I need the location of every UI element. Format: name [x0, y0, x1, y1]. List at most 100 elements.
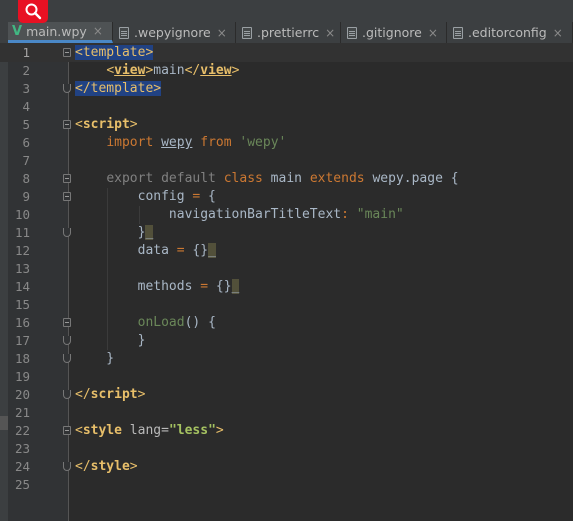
- code-token: script: [90, 387, 138, 402]
- code-text: <script>: [75, 116, 138, 134]
- code-line[interactable]: 9 config = {: [0, 188, 573, 206]
- fold-toggle-icon[interactable]: [63, 390, 71, 399]
- code-text: }_: [75, 224, 154, 242]
- code-line[interactable]: 23: [0, 440, 573, 458]
- code-token: main: [153, 63, 185, 78]
- code-token: {}: [184, 243, 209, 258]
- line-number: 24: [14, 459, 30, 474]
- file-icon: [242, 26, 252, 39]
- code-token: >: [129, 117, 138, 132]
- code-text: }: [75, 332, 146, 350]
- line-number: 20: [14, 387, 30, 402]
- fold-toggle-icon[interactable]: [63, 192, 71, 201]
- code-token: "main": [356, 207, 404, 222]
- code-line[interactable]: 2 <view>main</view>: [0, 62, 573, 80]
- code-line[interactable]: 13: [0, 260, 573, 278]
- fold-toggle-icon[interactable]: [63, 48, 71, 57]
- code-token: data: [75, 243, 177, 258]
- code-token: _: [231, 279, 240, 294]
- code-token: lang: [129, 423, 162, 438]
- close-tab-icon[interactable]: ×: [93, 24, 103, 38]
- code-line[interactable]: 5 <script>: [0, 116, 573, 134]
- code-token: </: [75, 387, 91, 402]
- code-line[interactable]: 4: [0, 98, 573, 116]
- search-button[interactable]: [18, 0, 48, 23]
- tab-main-wpy[interactable]: Vmain.wpy ×: [8, 22, 113, 43]
- tab-editorconfig[interactable]: .editorconfig ×: [447, 22, 573, 43]
- code-line[interactable]: 11 }_: [0, 224, 573, 242]
- line-number: 17: [14, 333, 30, 348]
- code-token: extends: [309, 171, 365, 186]
- fold-toggle-icon[interactable]: [63, 228, 71, 237]
- code-line[interactable]: 20 </script>: [0, 386, 573, 404]
- code-token: >: [231, 63, 240, 78]
- tab-prettierrc[interactable]: .prettierrc ×: [236, 22, 341, 43]
- code-text: <view>main</view>: [75, 62, 239, 80]
- code-line[interactable]: 10 navigationBarTitleText: "main": [0, 206, 573, 224]
- code-line[interactable]: 1 <template>: [0, 44, 573, 62]
- close-tab-icon[interactable]: ×: [325, 26, 335, 40]
- close-tab-icon[interactable]: ×: [428, 26, 438, 40]
- code-line[interactable]: 21: [0, 404, 573, 422]
- code-line[interactable]: 24 </style>: [0, 458, 573, 476]
- code-text: navigationBarTitleText: "main": [75, 206, 404, 224]
- code-token: >: [215, 423, 224, 438]
- line-number: 6: [22, 135, 30, 150]
- code-token: onLoad: [137, 315, 185, 330]
- vue-icon: V: [12, 23, 23, 39]
- code-token: }: [75, 333, 146, 348]
- line-number: 19: [14, 369, 30, 384]
- code-line[interactable]: 19: [0, 368, 573, 386]
- code-line[interactable]: 18 }: [0, 350, 573, 368]
- code-line[interactable]: 16 onLoad() {: [0, 314, 573, 332]
- fold-toggle-icon[interactable]: [63, 462, 71, 471]
- code-text: methods = {}_: [75, 278, 240, 296]
- fold-toggle-icon[interactable]: [63, 426, 71, 435]
- fold-toggle-icon[interactable]: [63, 174, 71, 183]
- close-tab-icon[interactable]: ×: [553, 26, 563, 40]
- code-line[interactable]: 15: [0, 296, 573, 314]
- fold-toggle-icon[interactable]: [63, 120, 71, 129]
- tab-gitignore[interactable]: .gitignore ×: [341, 22, 447, 43]
- code-text: config = {: [75, 188, 216, 206]
- line-number: 12: [14, 243, 30, 258]
- line-number: 11: [14, 225, 30, 240]
- code-editor[interactable]: 1 <template> 2 <view>main</view> 3 </templat…: [0, 44, 573, 494]
- code-line[interactable]: 25: [0, 476, 573, 494]
- fold-toggle-icon[interactable]: [63, 354, 71, 363]
- code-line[interactable]: 6 import wepy from 'wepy': [0, 134, 573, 152]
- indent-guide: [107, 188, 108, 350]
- fold-toggle-icon[interactable]: [63, 318, 71, 327]
- close-tab-icon[interactable]: ×: [217, 26, 227, 40]
- line-number: 25: [14, 477, 30, 492]
- code-text: </template>: [75, 80, 162, 98]
- tab-label: .editorconfig: [468, 25, 547, 40]
- tab-wepyignore[interactable]: .wepyignore ×: [113, 22, 236, 43]
- line-number: 14: [14, 279, 30, 294]
- code-line[interactable]: 17 }: [0, 332, 573, 350]
- code-text: data = {}_: [75, 242, 216, 260]
- code-line[interactable]: 3 </template>: [0, 80, 573, 98]
- code-token: }: [75, 351, 115, 366]
- code-token: <: [75, 423, 83, 438]
- tab-label: .gitignore: [362, 25, 422, 40]
- code-line[interactable]: 14 methods = {}_: [0, 278, 573, 296]
- code-token: class: [223, 171, 263, 186]
- code-token: {}: [208, 279, 232, 294]
- code-line[interactable]: 22 <style lang="less">: [0, 422, 573, 440]
- code-line[interactable]: 7: [0, 152, 573, 170]
- fold-toggle-icon[interactable]: [63, 84, 71, 93]
- fold-toggle-icon[interactable]: [63, 336, 71, 345]
- code-line[interactable]: 8 export default class main extends wepy…: [0, 170, 573, 188]
- code-line[interactable]: 12 data = {}_: [0, 242, 573, 260]
- code-token: style: [90, 459, 130, 474]
- code-token: view: [114, 63, 146, 78]
- code-token: }: [75, 225, 146, 240]
- code-token: _: [145, 225, 154, 240]
- line-number: 23: [14, 441, 30, 456]
- line-number: 10: [14, 207, 30, 222]
